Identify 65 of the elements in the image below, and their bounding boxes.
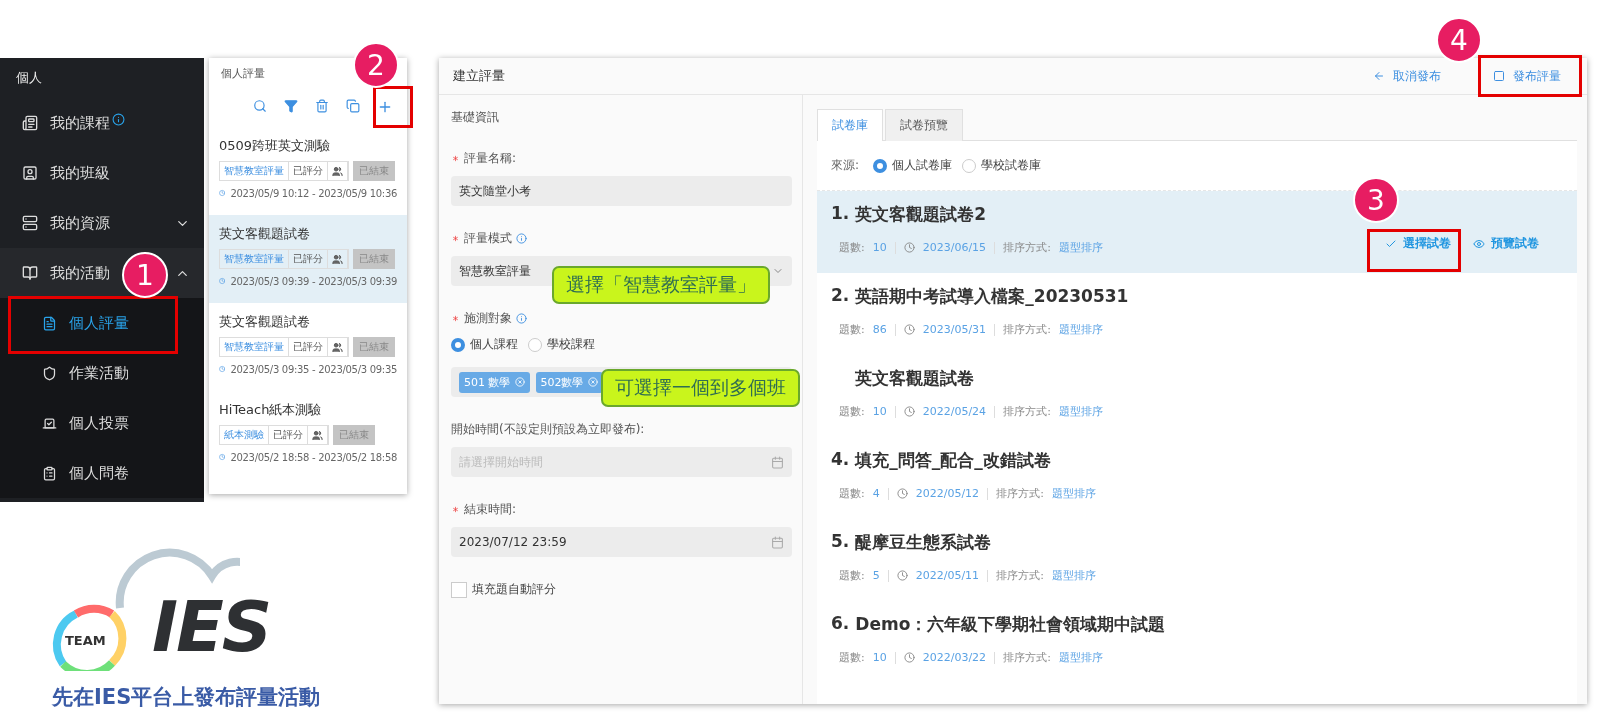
question-count: 86 (872, 323, 887, 336)
question-count: 5 (872, 569, 880, 582)
tag-group: 紙本測驗 已評分 (219, 425, 329, 445)
source-label: 來源: (831, 157, 860, 174)
paper-date: 2022/05/24 (922, 405, 987, 418)
paper-title: 1. 英文客觀題試卷2 (831, 203, 988, 226)
paper-title: 2. 英語期中考試導入檔案_20230531 (831, 285, 1130, 308)
tag-group: 智慧教室評量 已評分 (219, 161, 349, 181)
meta-label: 排序方式: (1003, 322, 1051, 337)
window-title: 建立評量 (453, 67, 506, 85)
sort-mode: 題型排序 (1058, 322, 1103, 337)
tag-group: 智慧教室評量 已評分 (219, 249, 349, 269)
callout-tooltip: 選擇「智慧教室評量」 (552, 266, 770, 304)
meta-label: 排序方式: (996, 568, 1044, 583)
paper-title: 英文客觀題試卷 (854, 367, 975, 390)
meta-label: 排序方式: (1003, 650, 1051, 665)
paper-title: 4. 填充_問答_配合_改錯試卷 (831, 449, 1052, 472)
item-title: HiTeach紙本測驗 (219, 401, 323, 419)
paper-title: 6. Demo：六年級下學期社會領域期中試題 (831, 613, 1167, 636)
tag-group: 智慧教室評量 已評分 (219, 337, 349, 357)
question-count: 10 (872, 241, 887, 254)
meta-label: 題數: (839, 404, 865, 419)
question-count: 4 (872, 487, 880, 500)
field-label: 評量模式 (451, 230, 527, 247)
time-range: 2023/05/3 09:39 - 2023/05/3 09:39 (230, 275, 397, 287)
meta-label: 題數: (839, 322, 865, 337)
caption: 先在IES平台上發布評量活動 (52, 684, 321, 711)
item-title: 英文客觀題試卷 (219, 225, 311, 243)
sidebar-heading: 個人 (15, 69, 43, 87)
paper-date: 2023/06/15 (922, 241, 987, 254)
sort-mode: 題型排序 (1058, 650, 1103, 665)
sort-mode: 題型排序 (1058, 240, 1103, 255)
paper-date: 2022/05/12 (915, 487, 980, 500)
paper-title: 5. 醍摩豆生態系試卷 (831, 531, 993, 554)
sort-mode: 題型排序 (1051, 486, 1096, 501)
field-label: 施測對象 (451, 310, 527, 327)
section-title: 基礎資訊 (451, 109, 499, 126)
logo-wordmark: IES (152, 592, 271, 662)
time-range: 2023/05/3 09:35 - 2023/05/3 09:35 (230, 363, 397, 375)
time-range: 2023/05/9 10:12 - 2023/05/9 10:36 (230, 187, 397, 199)
paper-date: 2022/05/11 (915, 569, 980, 582)
field-label: 開始時間(不設定則預設為立即發布): (451, 421, 645, 438)
meta-label: 排序方式: (1003, 404, 1051, 419)
time-range: 2023/05/2 18:58 - 2023/05/2 18:58 (230, 451, 397, 463)
panel-title: 個人評量 (221, 66, 265, 81)
meta-label: 題數: (839, 240, 865, 255)
callout-tooltip: 可選擇一個到多個班 (601, 369, 800, 407)
item-title: 0509跨班英文測驗 (219, 137, 332, 155)
logo-ring-text: TEAM (65, 633, 106, 648)
paper-date: 2023/05/31 (922, 323, 987, 336)
meta-label: 排序方式: (1003, 240, 1051, 255)
sort-mode: 題型排序 (1051, 568, 1096, 583)
item-title: 英文客觀題試卷 (219, 313, 311, 331)
meta-label: 題數: (839, 650, 865, 665)
paper-date: 2022/03/22 (922, 651, 987, 664)
sort-mode: 題型排序 (1058, 404, 1103, 419)
meta-label: 排序方式: (996, 486, 1044, 501)
question-count: 10 (872, 651, 887, 664)
question-count: 10 (872, 405, 887, 418)
step-number-tooltip: 2 (353, 42, 399, 88)
field-label: 結束時間: (451, 501, 517, 518)
step-number-tooltip: 4 (1436, 17, 1482, 63)
meta-label: 題數: (839, 568, 865, 583)
meta-label: 題數: (839, 486, 865, 501)
field-label: 評量名稱: (451, 150, 517, 167)
